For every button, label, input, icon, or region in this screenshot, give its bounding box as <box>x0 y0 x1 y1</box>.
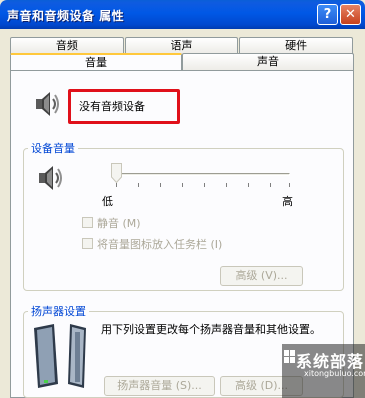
help-button[interactable]: ? <box>317 4 338 25</box>
speaker-volume-button[interactable]: 扬声器音量 (S)... <box>104 376 215 396</box>
tab-sounds[interactable]: 声音 <box>182 53 354 71</box>
slider-tick <box>138 183 139 187</box>
mute-checkbox[interactable] <box>82 217 93 228</box>
slider-tick <box>116 183 117 187</box>
device-name-label: 没有音频设备 <box>79 100 145 113</box>
title-bar[interactable]: 声音和音频设备 属性 ? ✕ <box>0 0 365 29</box>
device-volume-group-label: 设备音量 <box>28 140 78 156</box>
tab-row-bottom: 音量 声音 <box>10 53 354 71</box>
speaker-icon <box>39 166 62 190</box>
tab-voice[interactable]: 语声 <box>124 37 239 54</box>
tab-row-top: 音频 语声 硬件 <box>10 37 354 54</box>
advanced-volume-button[interactable]: 高级 (V)... <box>220 266 303 286</box>
taskbar-icon-label: 将音量图标放入任务栏 (I) <box>97 238 223 251</box>
slider-tick <box>182 183 183 187</box>
slider-tick <box>226 183 227 187</box>
slider-low-label: 低 <box>102 195 113 208</box>
slider-tick <box>289 183 290 187</box>
help-icon: ? <box>323 7 332 22</box>
window-title: 声音和音频设备 属性 <box>7 9 125 23</box>
slider-high-label: 高 <box>282 195 293 208</box>
speakers-icon <box>34 324 86 388</box>
slider-tick <box>204 183 205 187</box>
tab-audio[interactable]: 音频 <box>10 37 124 54</box>
close-button[interactable]: ✕ <box>340 4 361 25</box>
windows-logo-icon <box>284 350 295 363</box>
tab-hardware[interactable]: 硬件 <box>239 37 354 54</box>
close-icon: ✕ <box>345 7 356 22</box>
speaker-settings-group-label: 扬声器设置 <box>28 303 89 319</box>
taskbar-icon-checkbox[interactable] <box>82 238 93 249</box>
mute-label: 静音 (M) <box>97 217 141 230</box>
slider-tick <box>160 183 161 187</box>
watermark: 系统部落 xitongbuluo.com <box>282 344 365 398</box>
tab-volume[interactable]: 音量 <box>10 53 182 71</box>
properties-window: 声音和音频设备 属性 ? ✕ 音频 语声 硬件 音量 声音 没有音频设备 设备音… <box>0 0 365 398</box>
watermark-url: xitongbuluo.com <box>304 369 365 378</box>
volume-slider-track <box>115 173 290 176</box>
volume-slider-thumb[interactable] <box>111 163 122 183</box>
speaker-settings-description: 用下列设置更改每个扬声器音量和其他设置。 <box>101 323 321 336</box>
slider-tick <box>270 183 271 187</box>
speaker-icon <box>36 92 59 116</box>
slider-tick <box>248 183 249 187</box>
